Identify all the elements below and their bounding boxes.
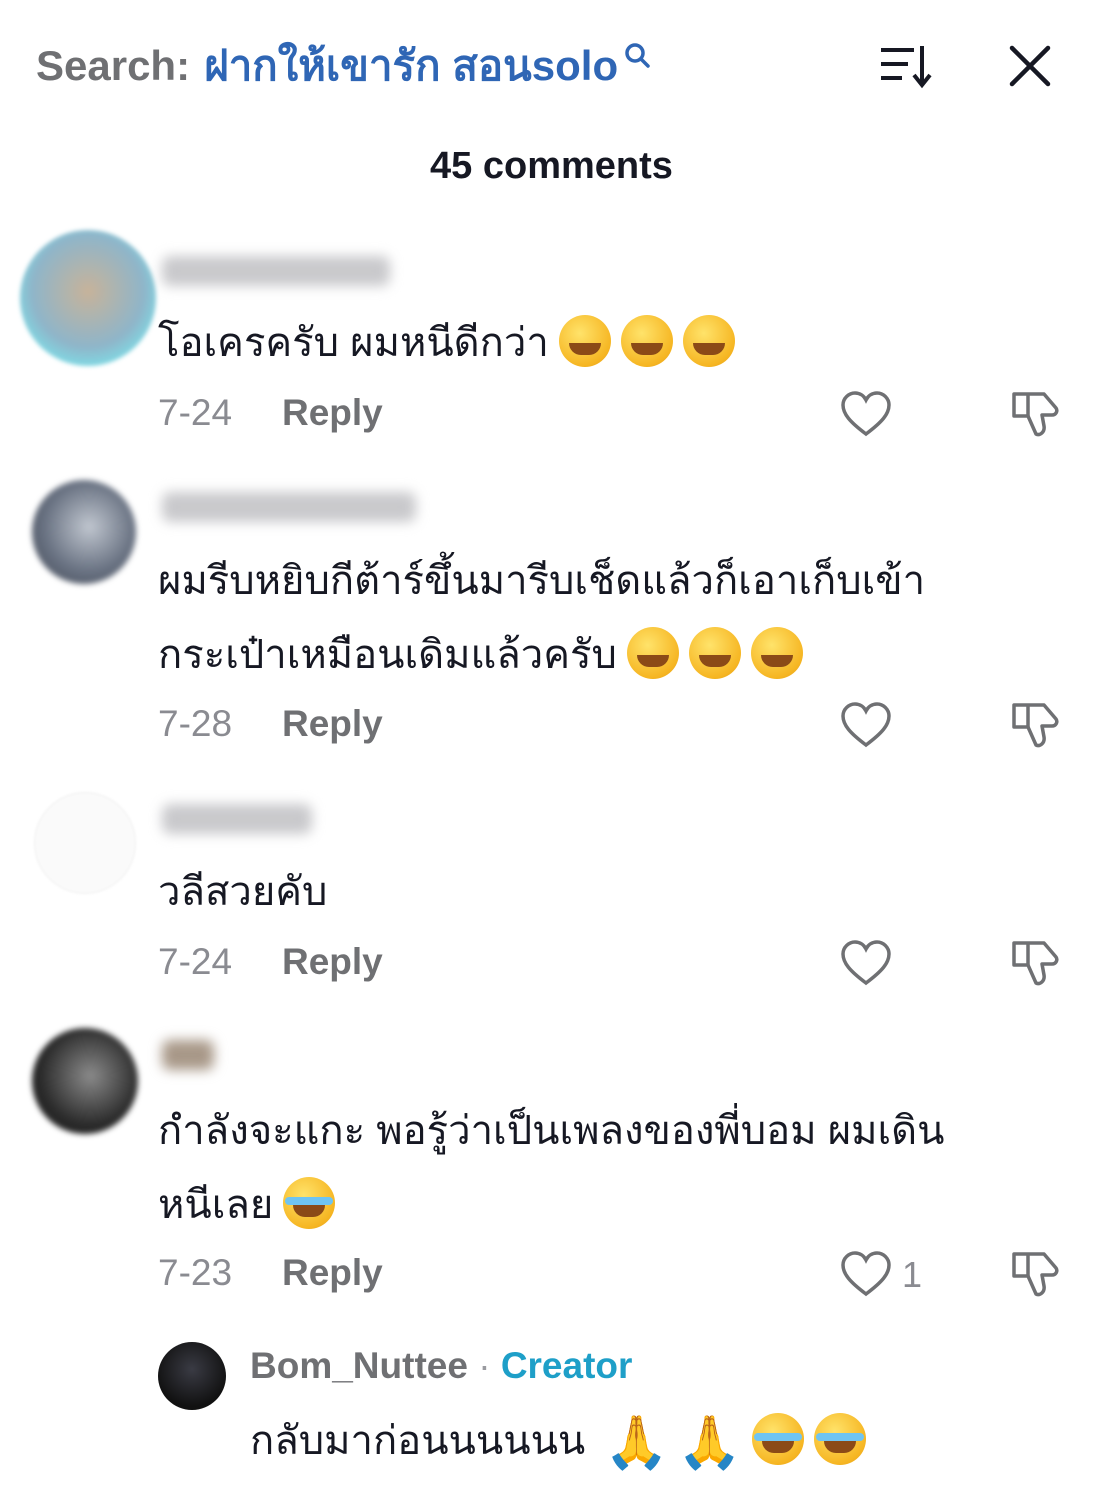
comment-date: 7-23 — [158, 1252, 233, 1293]
comments-sheet: Search: ฝากให้เขารัก สอนsolo 45 comments… — [0, 0, 1103, 1485]
search-icon[interactable] — [622, 32, 652, 72]
folded-hands-icon: 🙏 — [604, 1414, 670, 1473]
comment-text: กำลังจะแกะ พอรู้ว่าเป็นเพลงของพี่บอม ผมเ… — [158, 1094, 944, 1242]
close-icon[interactable] — [1004, 40, 1056, 92]
separator-dot: · — [478, 1345, 491, 1386]
reply-text-line: กลับมาก่อนนนนนน — [250, 1419, 586, 1463]
username-blurred[interactable] — [162, 492, 416, 522]
comment-text-line: โอเครครับ ผมหนีดีกว่า — [158, 321, 549, 365]
tears-of-joy-face-icon — [283, 1177, 336, 1230]
avatar[interactable] — [32, 1028, 138, 1134]
comment-count: 45 comments — [430, 145, 673, 187]
search-prefix: Search: — [36, 42, 191, 89]
reply-button[interactable]: Reply — [282, 941, 383, 983]
comment-text-line-2: กระเป๋าเหมือนเดิมแล้วครับ — [158, 618, 925, 692]
heart-icon[interactable] — [840, 1250, 892, 1298]
creator-avatar[interactable] — [158, 1342, 226, 1410]
tears-of-joy-face-icon — [751, 1413, 804, 1466]
like-count: 1 — [902, 1254, 923, 1295]
grinning-face-icon — [626, 627, 679, 680]
avatar[interactable] — [20, 230, 156, 366]
heart-icon[interactable] — [840, 939, 892, 987]
search-header[interactable]: Search: ฝากให้เขารัก สอนsolo — [36, 38, 652, 94]
grinning-face-icon — [688, 627, 741, 680]
search-query-link[interactable]: ฝากให้เขารัก สอนsolo — [204, 33, 618, 99]
comment-text: ผมรีบหยิบกีต้าร์ขึ้นมารีบเช็ดแล้วก็เอาเก… — [158, 544, 925, 692]
heart-icon[interactable] — [840, 390, 892, 438]
laughing-face-icon — [682, 315, 735, 368]
dislike-icon[interactable] — [1008, 1248, 1062, 1300]
avatar[interactable] — [34, 792, 136, 894]
comment-date: 7-24 — [158, 941, 233, 982]
username-blurred[interactable] — [162, 256, 390, 286]
dislike-icon[interactable] — [1008, 699, 1062, 751]
creator-badge: Creator — [500, 1345, 633, 1386]
username-blurred[interactable] — [162, 1040, 214, 1070]
dislike-icon[interactable] — [1008, 388, 1062, 440]
reply-button[interactable]: Reply — [282, 392, 383, 434]
avatar[interactable] — [32, 480, 136, 584]
folded-hands-icon: 🙏 — [677, 1414, 742, 1473]
laughing-face-icon — [620, 315, 673, 368]
comment-text-line-2: หนีเลย — [158, 1168, 944, 1242]
comment-text-line: วลีสวยคับ — [158, 870, 328, 914]
reply-button[interactable]: Reply — [282, 703, 383, 745]
creator-username[interactable]: Bom_Nuttee — [250, 1345, 468, 1386]
creator-reply-text: กลับมาก่อนนนนนน 🙏 🙏 — [250, 1405, 866, 1479]
sort-icon[interactable] — [878, 42, 934, 90]
grinning-face-icon — [750, 627, 803, 680]
comment-date: 7-28 — [158, 703, 233, 744]
dislike-icon[interactable] — [1008, 937, 1062, 989]
comment-text: โอเครครับ ผมหนีดีกว่า — [158, 306, 735, 380]
comment-text-line: กระเป๋าเหมือนเดิมแล้วครับ — [158, 633, 617, 677]
comment-text-line: กำลังจะแกะ พอรู้ว่าเป็นเพลงของพี่บอม ผมเ… — [158, 1109, 945, 1153]
laughing-face-icon — [558, 315, 611, 368]
comment-text: วลีสวยคับ — [158, 855, 327, 929]
comment-date: 7-24 — [158, 392, 233, 433]
reply-button[interactable]: Reply — [282, 1252, 383, 1294]
tears-of-joy-face-icon — [813, 1413, 866, 1466]
heart-icon[interactable] — [840, 701, 892, 749]
comment-text-line: หนีเลย — [158, 1183, 274, 1227]
username-blurred[interactable] — [162, 804, 312, 834]
creator-username-row[interactable]: Bom_Nuttee · Creator — [250, 1345, 632, 1387]
comment-text-line: ผมรีบหยิบกีต้าร์ขึ้นมารีบเช็ดแล้วก็เอาเก… — [158, 559, 926, 603]
